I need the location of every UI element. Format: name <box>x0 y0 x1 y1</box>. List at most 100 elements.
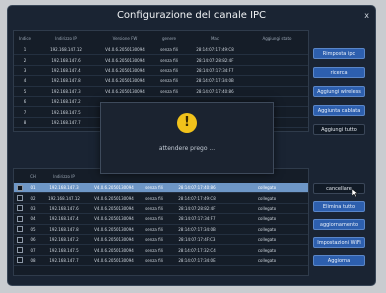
table-cell: 28:14:07:17:49:C8 <box>184 45 246 56</box>
upgrade-button[interactable]: aggiornamento <box>313 219 365 230</box>
add-wireless-button[interactable]: Aggiungi wireless <box>313 86 365 97</box>
table-row[interactable]: 03 192.168.147.6 V4.0.6.2050130094 senza fi… <box>14 203 308 215</box>
table-cell: senza fili <box>140 192 168 204</box>
table-row[interactable]: 2 192.168.147.6 V4.0.6.2050130094 senza fil… <box>14 54 308 66</box>
reset-ipc-button[interactable]: Rimposta ipc <box>313 48 365 59</box>
table-cell: senza fili <box>140 183 168 194</box>
add-wired-button[interactable]: Aggiunta cablata <box>313 105 365 116</box>
ipc-config-window: Configurazione del canale IPC x Indice In… <box>7 5 376 286</box>
top-column-header: Mac <box>210 35 220 41</box>
row-checkbox[interactable] <box>17 195 23 202</box>
table-cell: 2 <box>14 54 36 66</box>
table-cell: senza fili <box>140 234 168 246</box>
table-cell: V4.0.6.2050130094 <box>88 183 140 194</box>
table-row[interactable]: 07 192.168.147.5 V4.0.6.2050130094 senza fi… <box>14 244 308 256</box>
row-checkbox-cell <box>14 224 26 235</box>
row-checkbox-cell <box>14 234 26 246</box>
table-cell: 192.168.147.2 <box>36 96 96 108</box>
row-checkbox[interactable] <box>17 215 23 222</box>
table-cell: 04 <box>26 213 40 225</box>
table-cell: 8 <box>14 117 36 129</box>
top-column-header: genere <box>161 35 176 41</box>
table-cell: 07 <box>26 244 40 256</box>
row-checkbox[interactable] <box>17 236 23 243</box>
table-cell: senza fili <box>140 224 168 235</box>
row-checkbox-cell <box>14 192 26 204</box>
table-row[interactable]: 08 192.168.147.7 V4.0.6.2050130094 senza fi… <box>14 255 308 267</box>
table-cell: senza fili <box>140 244 168 256</box>
table-row[interactable]: 01 192.168.147.3 V4.0.6.2050130094 senza fi… <box>14 183 308 194</box>
table-cell: V4.0.6.2050130094 <box>96 75 154 87</box>
table-cell: 03 <box>26 203 40 215</box>
table-cell: 192.168.147.12 <box>40 192 88 204</box>
table-cell: V4.0.6.2050130094 <box>96 65 154 77</box>
table-cell: 28:14:07:17:34:0B <box>168 224 226 235</box>
row-checkbox[interactable] <box>17 247 23 254</box>
table-row[interactable]: 3 192.168.147.4 V4.0.6.2050130094 senza fil… <box>14 65 308 77</box>
table-cell: 192.168.147.3 <box>40 183 88 194</box>
row-checkbox[interactable] <box>17 205 23 212</box>
table-cell: 192.168.147.5 <box>40 244 88 256</box>
table-cell: collegato <box>226 244 308 256</box>
table-cell: collegato <box>226 255 308 267</box>
add-all-button[interactable]: Aggiungi tutto <box>313 124 365 135</box>
table-cell: 192.168.147.7 <box>40 255 88 267</box>
table-row[interactable]: 06 192.168.147.2 V4.0.6.2050130094 senza fi… <box>14 234 308 246</box>
table-cell: V4.0.6.2050130094 <box>96 45 154 56</box>
table-cell: 28:14:07:17:40:86 <box>168 183 226 194</box>
table-cell: 28:14:07:17:34:0B <box>184 75 246 87</box>
table-row[interactable]: 4 192.168.147.8 V4.0.6.2050130094 senza fil… <box>14 75 308 87</box>
delete-all-button[interactable]: Elimina tutto <box>313 201 365 212</box>
table-cell: 3 <box>14 65 36 77</box>
row-checkbox-cell <box>14 183 26 194</box>
table-cell: V4.0.6.2050130094 <box>88 213 140 225</box>
close-icon[interactable]: x <box>364 6 369 26</box>
table-cell <box>246 45 308 56</box>
search-button[interactable]: ricerca <box>313 67 365 78</box>
table-row[interactable]: 04 192.168.147.4 V4.0.6.2050130094 senza fi… <box>14 213 308 225</box>
table-cell: 192.168.147.5 <box>36 106 96 118</box>
row-checkbox-cell <box>14 255 26 267</box>
table-cell: collegato <box>226 203 308 215</box>
table-cell: senza fili <box>154 65 184 77</box>
row-checkbox[interactable] <box>17 257 23 264</box>
table-row[interactable]: 5 192.168.147.3 V4.0.6.2050130094 senza fil… <box>14 86 308 97</box>
table-cell: 192.168.147.4 <box>36 65 96 77</box>
table-cell <box>246 75 308 87</box>
channel-table: CH Indirizzo IP 01 192.168.147.3 V4.0.6.205… <box>14 169 308 267</box>
row-checkbox-cell <box>14 213 26 225</box>
channel-column-header: CH <box>30 173 36 179</box>
table-cell: 28:14:07:17:40:86 <box>184 86 246 97</box>
refresh-button[interactable]: Aggiorna <box>313 255 365 266</box>
top-column-header: Indirizzo IP <box>55 35 77 41</box>
table-cell: V4.0.6.2050130094 <box>88 192 140 204</box>
channel-column-header: Indirizzo IP <box>53 173 75 179</box>
table-cell: V4.0.6.2050130094 <box>88 244 140 256</box>
table-cell: V4.0.6.2050130094 <box>88 234 140 246</box>
table-cell: 192.168.147.3 <box>36 86 96 97</box>
window-title: Configurazione del canale IPC <box>116 10 267 21</box>
table-cell: senza fili <box>154 86 184 97</box>
please-wait-dialog: ! attendere prego ... <box>100 102 274 174</box>
table-row[interactable]: 1 192.168.147.12 V4.0.6.2050130094 senza fi… <box>14 45 308 56</box>
table-row[interactable]: 02 192.168.147.12 V4.0.6.2050130094 senza f… <box>14 192 308 204</box>
table-row[interactable]: 05 192.168.147.8 V4.0.6.2050130094 senza fi… <box>14 224 308 235</box>
row-checkbox[interactable] <box>17 226 23 233</box>
table-cell: 192.168.147.8 <box>40 224 88 235</box>
table-cell: collegato <box>226 224 308 235</box>
table-cell: 08 <box>26 255 40 267</box>
top-column-header: Aggiungi stato <box>262 35 292 41</box>
row-checkbox[interactable] <box>17 184 23 191</box>
table-cell: 1 <box>14 45 36 56</box>
table-cell: senza fili <box>140 203 168 215</box>
table-cell: 28:14:07:17:34:F7 <box>168 213 226 225</box>
table-cell: 192.168.147.6 <box>40 203 88 215</box>
table-cell: 4 <box>14 75 36 87</box>
table-cell: V4.0.6.2050130094 <box>96 54 154 66</box>
table-cell: V4.0.6.2050130094 <box>88 224 140 235</box>
row-checkbox-cell <box>14 244 26 256</box>
table-cell: 192.168.147.6 <box>36 54 96 66</box>
wifi-settings-button[interactable]: Impostazioni WiFi <box>313 237 365 248</box>
top-column-header: Versione FW <box>112 35 138 41</box>
table-cell: collegato <box>226 192 308 204</box>
